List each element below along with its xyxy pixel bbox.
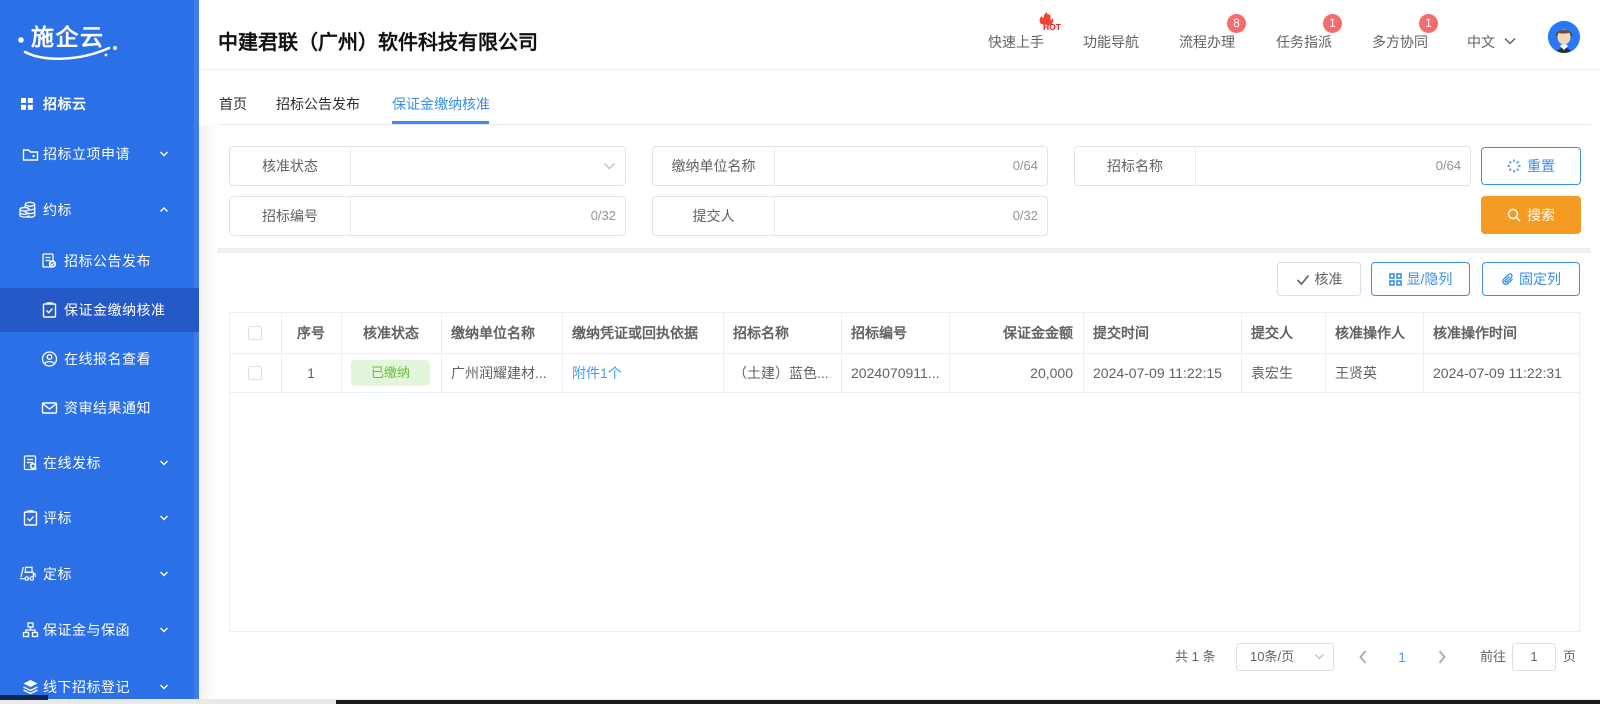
svg-text:HOT: HOT bbox=[1043, 22, 1062, 32]
svg-text:施企云: 施企云 bbox=[31, 24, 105, 50]
